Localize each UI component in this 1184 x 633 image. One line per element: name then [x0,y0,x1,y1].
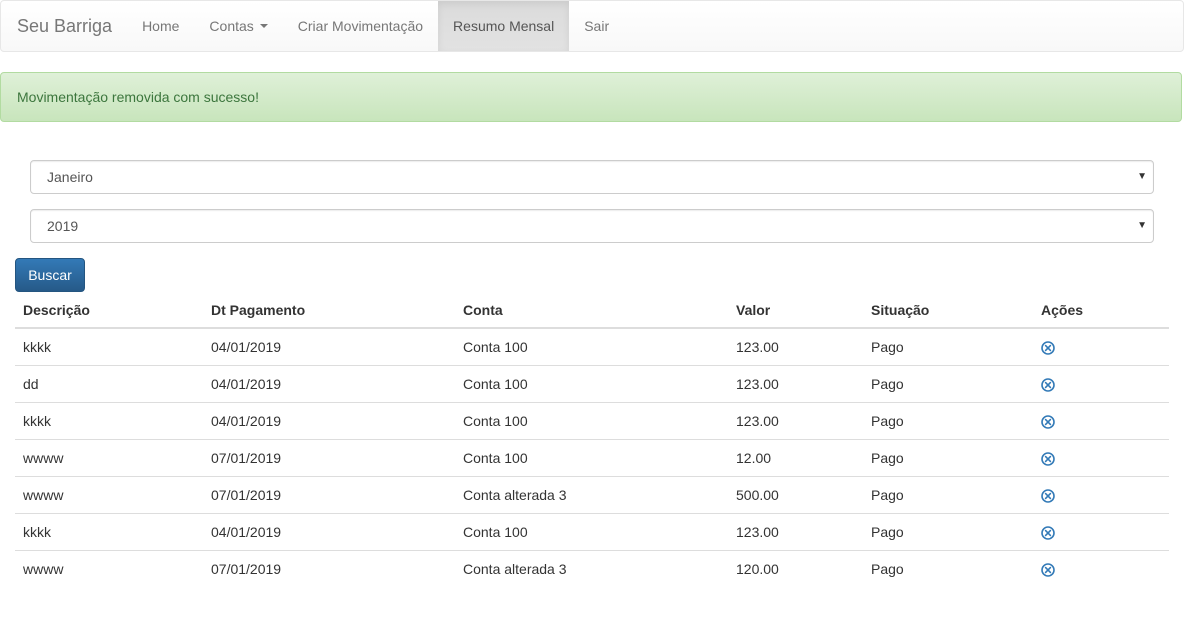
header-descricao: Descrição [15,293,203,329]
cell-conta: Conta alterada 3 [455,475,728,513]
cell-acoes [1033,475,1169,513]
table-row: dd 04/01/2019 Conta 100 123.00 Pago [15,364,1169,402]
movements-table: Descrição Dt Pagamento Conta Valor Situa… [15,293,1169,587]
cell-acoes [1033,327,1169,365]
cell-valor: 12.00 [728,438,863,476]
nav-sair[interactable]: Sair [569,1,624,51]
cell-conta: Conta 100 [455,438,728,476]
header-conta: Conta [455,293,728,329]
table-header-row: Descrição Dt Pagamento Conta Valor Situa… [15,293,1169,329]
nav-home[interactable]: Home [127,1,194,51]
cell-descricao: dd [15,364,203,402]
month-select[interactable]: Janeiro ▼ [30,160,1154,194]
cell-conta: Conta 100 [455,364,728,402]
nav-contas-dropdown[interactable]: Contas [194,1,282,51]
cell-acoes [1033,512,1169,550]
nav-criar-movimentacao[interactable]: Criar Movimentação [283,1,438,51]
cell-valor: 123.00 [728,512,863,550]
table-row: kkkk 04/01/2019 Conta 100 123.00 Pago [15,401,1169,439]
remove-circle-icon[interactable] [1041,414,1055,429]
header-situacao: Situação [863,293,1033,329]
cell-situacao: Pago [863,512,1033,550]
cell-valor: 500.00 [728,475,863,513]
remove-circle-icon[interactable] [1041,377,1055,392]
cell-dt-pagamento: 04/01/2019 [203,364,455,402]
header-acoes: Ações [1033,293,1169,329]
remove-circle-icon[interactable] [1041,451,1055,466]
select-arrow-icon: ▼ [1137,171,1147,182]
cell-conta: Conta 100 [455,401,728,439]
remove-circle-icon[interactable] [1041,488,1055,503]
header-valor: Valor [728,293,863,329]
cell-descricao: wwww [15,438,203,476]
cell-descricao: wwww [15,475,203,513]
cell-conta: Conta 100 [455,512,728,550]
cell-situacao: Pago [863,549,1033,587]
cell-descricao: kkkk [15,512,203,550]
cell-situacao: Pago [863,364,1033,402]
year-select[interactable]: 2019 ▼ [30,209,1154,243]
year-select-value: 2019 [47,218,79,234]
cell-dt-pagamento: 07/01/2019 [203,549,455,587]
cell-descricao: kkkk [15,401,203,439]
table-row: kkkk 04/01/2019 Conta 100 123.00 Pago [15,327,1169,365]
cell-dt-pagamento: 07/01/2019 [203,438,455,476]
brand[interactable]: Seu Barriga [1,1,127,51]
table-row: kkkk 04/01/2019 Conta 100 123.00 Pago [15,512,1169,550]
cell-descricao: kkkk [15,327,203,365]
table-row: wwww 07/01/2019 Conta alterada 3 500.00 Pago [15,475,1169,513]
remove-circle-icon[interactable] [1041,341,1055,355]
cell-situacao: Pago [863,327,1033,365]
caret-down-icon [259,24,268,28]
search-button[interactable]: Buscar [15,258,85,292]
cell-descricao: wwww [15,549,203,587]
cell-valor: 123.00 [728,327,863,365]
cell-valor: 123.00 [728,401,863,439]
cell-situacao: Pago [863,475,1033,513]
table-row: wwww 07/01/2019 Conta 100 12.00 Pago [15,438,1169,476]
cell-acoes [1033,438,1169,476]
success-alert: Movimentação removida com sucesso! [0,72,1182,122]
cell-situacao: Pago [863,438,1033,476]
cell-dt-pagamento: 07/01/2019 [203,475,455,513]
cell-conta: Conta alterada 3 [455,549,728,587]
table-body: kkkk 04/01/2019 Conta 100 123.00 Pago dd 04/01… [15,327,1169,587]
month-select-value: Janeiro [47,169,93,185]
header-dt-pagamento: Dt Pagamento [203,293,455,329]
cell-dt-pagamento: 04/01/2019 [203,512,455,550]
remove-circle-icon[interactable] [1041,563,1055,577]
cell-dt-pagamento: 04/01/2019 [203,401,455,439]
cell-acoes [1033,549,1169,587]
cell-valor: 120.00 [728,549,863,587]
nav-contas-label: Contas [209,18,254,34]
nav-resumo-mensal[interactable]: Resumo Mensal [438,1,570,51]
cell-dt-pagamento: 04/01/2019 [203,327,455,365]
remove-circle-icon[interactable] [1041,525,1055,540]
cell-valor: 123.00 [728,364,863,402]
alert-message: Movimentação removida com sucesso! [17,89,259,105]
select-arrow-icon: ▼ [1137,220,1147,231]
cell-conta: Conta 100 [455,327,728,365]
cell-acoes [1033,401,1169,439]
table-row: wwww 07/01/2019 Conta alterada 3 120.00 Pago [15,549,1169,587]
cell-acoes [1033,364,1169,402]
navbar: Seu Barriga Home Contas Criar Movimentaç… [0,0,1184,52]
cell-situacao: Pago [863,401,1033,439]
